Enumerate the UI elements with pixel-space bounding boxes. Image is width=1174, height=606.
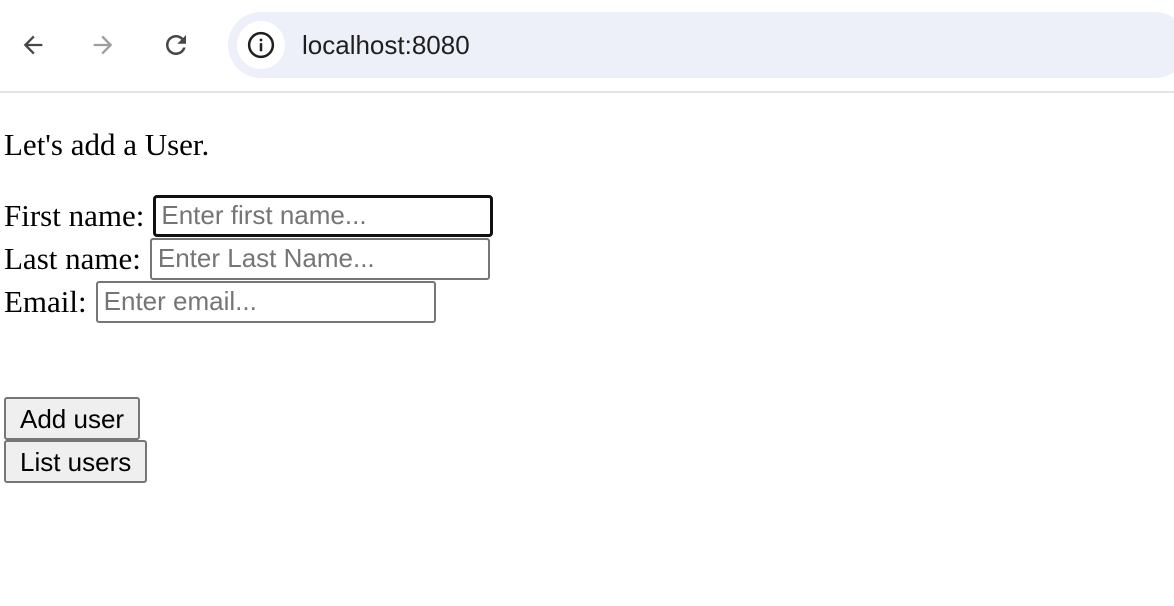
page-heading: Let's add a User. (4, 127, 210, 162)
arrow-left-icon (23, 35, 43, 55)
site-info-button[interactable] (237, 21, 285, 69)
first-name-input[interactable] (153, 194, 494, 237)
last-name-label: Last name: (4, 240, 141, 276)
arrow-right-icon (93, 35, 113, 55)
email-row: Email: (4, 280, 436, 323)
back-button[interactable] (11, 23, 55, 67)
email-label: Email: (4, 283, 87, 319)
address-bar[interactable]: localhost:8080 (228, 12, 1174, 78)
url-text[interactable]: localhost:8080 (302, 30, 470, 60)
reload-icon (166, 35, 186, 55)
last-name-row: Last name: (4, 237, 490, 280)
first-name-row: First name: (4, 194, 494, 237)
add-user-button[interactable]: Add user (4, 397, 141, 440)
forward-button[interactable] (81, 23, 125, 67)
first-name-label: First name: (4, 197, 145, 233)
browser-toolbar: localhost:8080 (0, 0, 1174, 93)
list-users-button[interactable]: List users (4, 440, 148, 483)
info-icon (247, 31, 275, 59)
last-name-input[interactable] (149, 237, 490, 280)
email-input[interactable] (95, 280, 436, 323)
reload-button[interactable] (154, 23, 198, 67)
